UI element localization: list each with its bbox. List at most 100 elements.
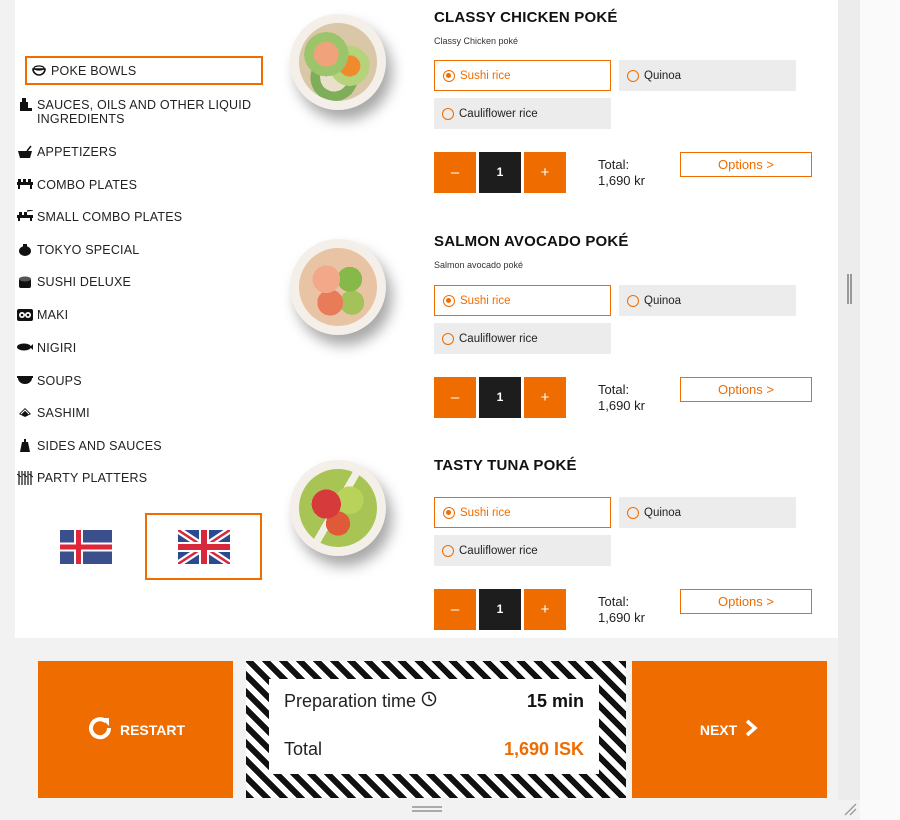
sidebar-item-label: TOKYO SPECIAL (37, 243, 140, 257)
option-label: Sushi rice (460, 294, 511, 307)
sidebar-item-label: SUSHI DELUXE (37, 275, 132, 289)
radio-unselected-icon (442, 544, 454, 557)
scrollbar-grip[interactable] (847, 274, 852, 304)
combo-plate-icon (17, 178, 33, 192)
quantity-value: 1 (479, 589, 521, 630)
total-label: Total: (598, 594, 630, 609)
restart-label: RESTART (119, 721, 186, 738)
tokyo-icon (17, 243, 33, 257)
sidebar-item-party-platters[interactable]: PARTY PLATTERS (16, 471, 265, 485)
sushi-icon (17, 275, 33, 289)
option-label: Quinoa (644, 69, 682, 82)
maki-icon (17, 308, 33, 322)
sashimi-icon (17, 406, 33, 420)
radio-selected-icon (443, 294, 455, 307)
decrease-quantity-button[interactable]: – (434, 377, 476, 418)
increase-quantity-button[interactable]: + (524, 152, 566, 193)
increase-quantity-button[interactable]: + (524, 589, 566, 630)
sidebar-item-label: APPETIZERS (37, 145, 117, 159)
total-value: 1,690 kr (598, 173, 645, 188)
options-button[interactable]: Options > (680, 589, 812, 614)
option-label: Cauliflower rice (459, 107, 538, 120)
sidebar-item-soups[interactable]: SOUPS (17, 374, 265, 388)
order-total-value: 1,690 ISK (503, 739, 584, 759)
option-label: Sushi rice (460, 506, 511, 519)
sauce-icon (17, 439, 33, 453)
preparation-time-label: Preparation time (284, 691, 417, 711)
option-sushi-rice[interactable]: Sushi rice (434, 60, 611, 91)
sidebar-item-combo-plates[interactable]: COMBO PLATES (17, 178, 265, 192)
resize-corner-icon[interactable] (843, 802, 857, 816)
radio-selected-icon (443, 506, 455, 519)
sidebar-item-label: PARTY PLATTERS (37, 471, 148, 485)
increase-quantity-button[interactable]: + (524, 377, 566, 418)
option-sushi-rice[interactable]: Sushi rice (434, 285, 611, 316)
options-button[interactable]: Options > (680, 152, 812, 177)
soup-icon (17, 374, 33, 388)
outer-background (860, 0, 900, 820)
sidebar-item-label: SOUPS (37, 374, 82, 388)
vertical-scrollbar[interactable] (838, 0, 860, 800)
option-quinoa[interactable]: Quinoa (619, 285, 796, 316)
option-sushi-rice[interactable]: Sushi rice (434, 497, 611, 528)
bottom-resize-handle[interactable] (412, 806, 442, 812)
total-value: 1,690 kr (598, 398, 645, 413)
sidebar-item-label: SASHIMI (37, 406, 90, 420)
order-total-label: Total (284, 739, 323, 759)
total-label: Total: (598, 382, 630, 397)
radio-selected-icon (443, 69, 455, 82)
restart-button[interactable]: RESTART (38, 661, 233, 798)
total-label: Total: (598, 157, 630, 172)
option-label: Cauliflower rice (459, 332, 538, 345)
sidebar-item-nigiri[interactable]: NIGIRI (17, 341, 265, 355)
option-quinoa[interactable]: Quinoa (619, 497, 796, 528)
product-total: Total: 1,690 kr (598, 157, 645, 189)
preparation-time-value: 15 min (526, 691, 584, 711)
sidebar-item-label: COMBO PLATES (37, 178, 138, 192)
order-summary: Preparation time 15 min Total 1,690 ISK (269, 679, 599, 774)
sidebar-item-label: SIDES AND SAUCES (37, 439, 162, 453)
bowl-icon (31, 64, 47, 78)
product-title: CLASSY CHICKEN POKÉ (434, 9, 618, 26)
next-button[interactable]: NEXT (632, 661, 827, 798)
sidebar-item-appetizers[interactable]: APPETIZERS (17, 145, 265, 159)
product-title: TASTY TUNA POKÉ (434, 457, 577, 474)
product-total: Total: 1,690 kr (598, 382, 645, 414)
preparation-time-row: Preparation time 15 min (284, 691, 584, 712)
next-label: NEXT (699, 721, 738, 738)
options-button[interactable]: Options > (680, 377, 812, 402)
radio-unselected-icon (442, 107, 454, 120)
appetizer-icon (17, 145, 33, 159)
restart-icon (86, 714, 114, 745)
option-quinoa[interactable]: Quinoa (619, 60, 796, 91)
product-total: Total: 1,690 kr (598, 594, 645, 626)
sidebar-item-small-combo-plates[interactable]: SMALL COMBO PLATES (17, 209, 265, 224)
english-flag[interactable] (176, 527, 232, 567)
option-cauliflower-rice[interactable]: Cauliflower rice (434, 98, 611, 129)
radio-unselected-icon (627, 294, 639, 307)
product-image-salmon (290, 239, 386, 335)
small-combo-icon (17, 209, 34, 224)
sidebar-item-sauces[interactable]: SAUCES, OILS AND OTHER LIQUID INGREDIENT… (17, 98, 265, 126)
product-subtitle: Salmon avocado poké (434, 260, 524, 270)
sidebar-item-poke-bowls[interactable]: POKE BOWLS (25, 56, 263, 85)
decrease-quantity-button[interactable]: – (434, 152, 476, 193)
sidebar-item-sashimi[interactable]: SASHIMI (17, 406, 265, 420)
radio-unselected-icon (627, 506, 639, 519)
sidebar-item-maki[interactable]: MAKI (17, 308, 265, 322)
sidebar-item-label: MAKI (37, 308, 69, 322)
sidebar-item-sushi-deluxe[interactable]: SUSHI DELUXE (17, 275, 265, 289)
product-image-chicken (290, 14, 386, 110)
sidebar-item-sides-and-sauces[interactable]: SIDES AND SAUCES (17, 439, 265, 453)
option-cauliflower-rice[interactable]: Cauliflower rice (434, 535, 611, 566)
product-image-tuna (290, 460, 386, 556)
option-cauliflower-rice[interactable]: Cauliflower rice (434, 323, 611, 354)
sidebar-item-tokyo-special[interactable]: TOKYO SPECIAL (17, 243, 265, 257)
kiosk-window: POKE BOWLS SAUCES, OILS AND OTHER LIQUID… (0, 0, 900, 820)
icelandic-flag[interactable] (60, 530, 112, 564)
option-label: Quinoa (644, 506, 682, 519)
option-label: Cauliflower rice (459, 544, 538, 557)
option-label: Quinoa (644, 294, 682, 307)
decrease-quantity-button[interactable]: – (434, 589, 476, 630)
sidebar-item-label: SMALL COMBO PLATES (37, 210, 183, 224)
